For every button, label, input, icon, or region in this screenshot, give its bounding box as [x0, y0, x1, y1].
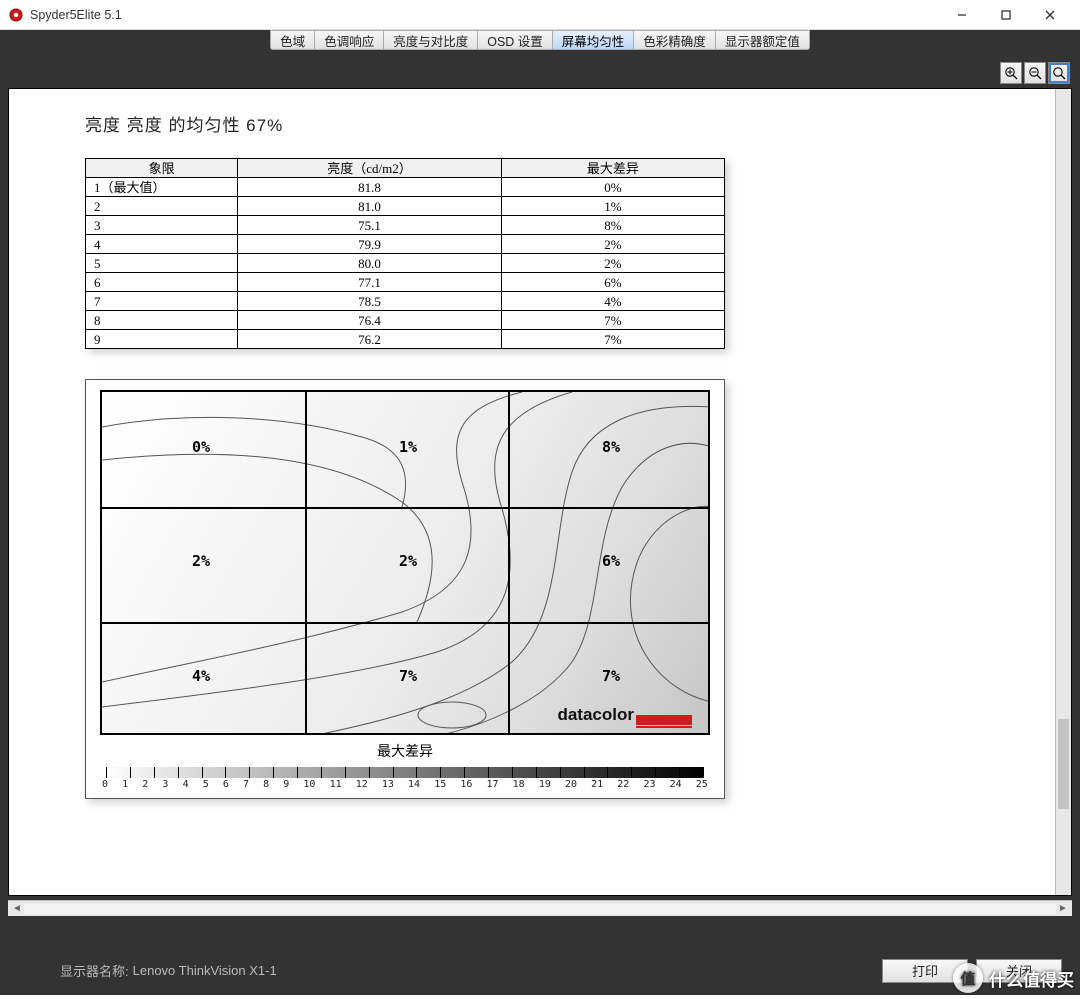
zoom-in-button[interactable]	[1000, 62, 1022, 84]
gradient-scale: 0123456789101112131415161718192021222324…	[100, 767, 710, 790]
table-header: 象限	[86, 159, 238, 178]
uniformity-contour-plot: 0% 1% 8% 2% 2% 6% 4% 7% 7% datacolor	[100, 390, 710, 735]
footer-bar: 显示器名称: Lenovo ThinkVision X1-1 打印 关闭	[0, 916, 1080, 995]
tab-1[interactable]: 色调响应	[315, 31, 384, 49]
zoom-toolbar	[8, 60, 1072, 88]
scroll-left-icon[interactable]: ◄	[10, 903, 24, 914]
table-row: 677.16%	[86, 273, 725, 292]
cell-7-label: 4%	[192, 667, 210, 685]
content-frame: 亮度 亮度 的均匀性 67% 象限亮度（cd/m2）最大差异1（最大值）81.8…	[0, 56, 1080, 916]
smzdm-watermark: 值 什么值得买	[953, 963, 1074, 993]
monitor-name: Lenovo ThinkVision X1-1	[133, 963, 277, 978]
smzdm-text: 什么值得买	[989, 966, 1074, 991]
minimize-button[interactable]	[940, 1, 984, 29]
page-heading: 亮度 亮度 的均匀性 67%	[85, 111, 1045, 136]
cell-1-label: 0%	[192, 438, 210, 456]
maximize-button[interactable]	[984, 1, 1028, 29]
tab-4[interactable]: 屏幕均匀性	[553, 31, 635, 49]
chart-caption: 最大差异	[100, 741, 710, 761]
tab-3[interactable]: OSD 设置	[478, 31, 553, 49]
scroll-right-icon[interactable]: ►	[1056, 903, 1070, 914]
horizontal-scrollbar[interactable]: ◄ ►	[8, 900, 1072, 916]
cell-5-label: 2%	[399, 552, 417, 570]
tab-0[interactable]: 色域	[271, 31, 315, 49]
titlebar: Spyder5Elite 5.1	[0, 0, 1080, 30]
vertical-scrollbar[interactable]	[1055, 89, 1071, 895]
table-row: 876.47%	[86, 311, 725, 330]
table-row: 976.27%	[86, 330, 725, 349]
table-header: 最大差异	[501, 159, 724, 178]
table-row: 479.92%	[86, 235, 725, 254]
cell-6-label: 6%	[602, 552, 620, 570]
table-row: 580.02%	[86, 254, 725, 273]
table-row: 1（最大值）81.80%	[86, 178, 725, 197]
zoom-out-button[interactable]	[1024, 62, 1046, 84]
cell-2-label: 1%	[399, 438, 417, 456]
tab-6[interactable]: 显示器额定值	[716, 31, 809, 49]
luminance-table: 象限亮度（cd/m2）最大差异1（最大值）81.80%281.01%375.18…	[85, 158, 725, 349]
window-title: Spyder5Elite 5.1	[30, 8, 940, 22]
tabstrip: 色域色调响应亮度与对比度OSD 设置屏幕均匀性色彩精确度显示器额定值	[0, 30, 1080, 56]
report-page: 亮度 亮度 的均匀性 67% 象限亮度（cd/m2）最大差异1（最大值）81.8…	[8, 88, 1072, 896]
tab-5[interactable]: 色彩精确度	[634, 31, 716, 49]
tab-2[interactable]: 亮度与对比度	[384, 31, 478, 49]
app-icon	[8, 7, 24, 23]
datacolor-logo: datacolor	[557, 705, 692, 725]
table-row: 778.54%	[86, 292, 725, 311]
table-row: 281.01%	[86, 197, 725, 216]
table-row: 375.18%	[86, 216, 725, 235]
cell-9-label: 7%	[602, 667, 620, 685]
cell-4-label: 2%	[192, 552, 210, 570]
zoom-fit-button[interactable]	[1048, 62, 1070, 84]
smzdm-badge-icon: 值	[953, 963, 983, 993]
close-button[interactable]	[1028, 1, 1072, 29]
uniformity-chart-panel: 0% 1% 8% 2% 2% 6% 4% 7% 7% datacolor 最大差…	[85, 379, 725, 799]
table-header: 亮度（cd/m2）	[238, 159, 502, 178]
monitor-label: 显示器名称:	[60, 961, 129, 980]
cell-3-label: 8%	[602, 438, 620, 456]
cell-8-label: 7%	[399, 667, 417, 685]
